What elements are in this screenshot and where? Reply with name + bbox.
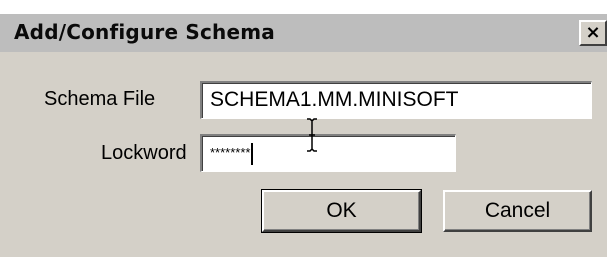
lockword-label: Lockword — [101, 142, 187, 164]
lockword-field[interactable]: ******** — [200, 134, 456, 172]
schema-file-field[interactable]: SCHEMA1.MM.MINISOFT — [200, 81, 592, 119]
lockword-masked-value: ******** — [210, 145, 251, 160]
title-bar[interactable]: Add/Configure Schema × — [0, 14, 607, 52]
text-caret — [251, 143, 254, 165]
ok-button[interactable]: OK — [261, 189, 422, 233]
cancel-button[interactable]: Cancel — [443, 190, 592, 232]
screen-strip — [0, 0, 607, 14]
dialog-window: Add/Configure Schema × Schema File SCHEM… — [0, 0, 607, 257]
schema-file-value: SCHEMA1.MM.MINISOFT — [210, 88, 459, 111]
close-button[interactable]: × — [579, 20, 607, 46]
schema-file-label: Schema File — [44, 88, 156, 110]
text-cursor-icon — [307, 118, 317, 152]
close-icon: × — [585, 22, 601, 43]
dialog-title: Add/Configure Schema — [14, 20, 275, 44]
